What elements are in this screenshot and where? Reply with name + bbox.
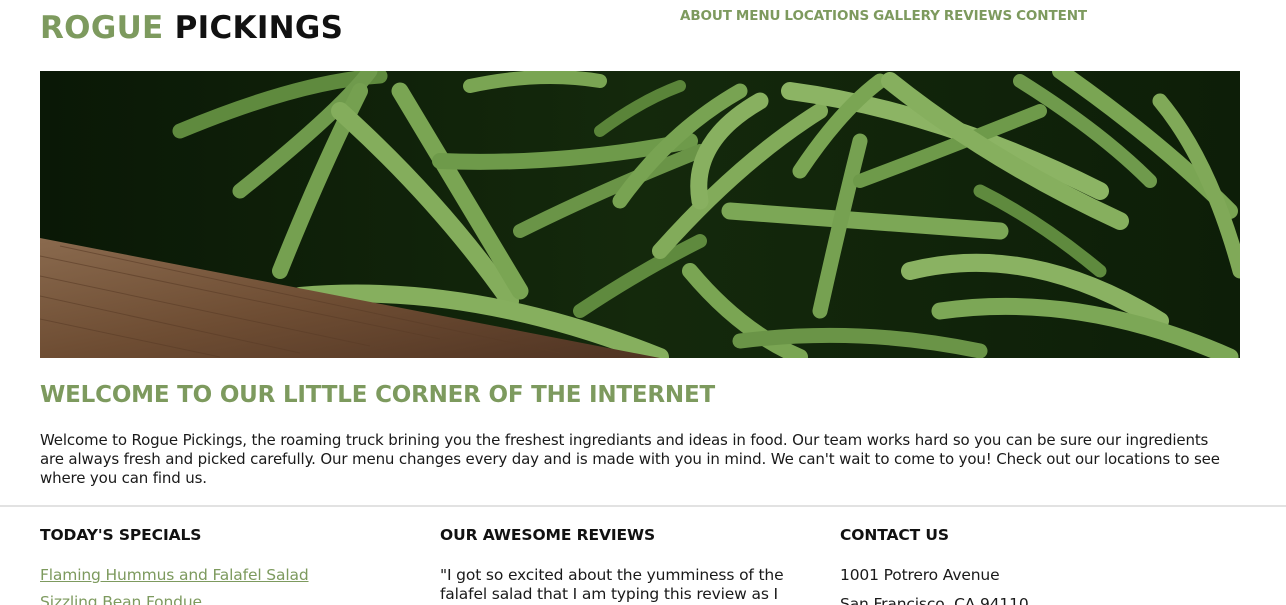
nav-link-menu[interactable]: MENU [736,8,781,24]
specials-section: TODAY'S SPECIALS Flaming Hummus and Fala… [40,526,420,605]
contact-heading: CONTACT US [840,526,949,544]
contact-section: CONTACT US 1001 Potrero Avenue San Franc… [840,526,1220,605]
reviews-section: OUR AWESOME REVIEWS "I got so excited ab… [440,526,820,604]
green-beans-photo-icon [40,71,1240,358]
hero-image [40,71,1240,358]
site-logo[interactable]: ROGUE PICKINGS [40,10,343,46]
specials-heading: TODAY'S SPECIALS [40,526,202,544]
logo-text-pickings: PICKINGS [174,10,344,46]
special-item[interactable]: Sizzling Bean Fondue [40,593,420,605]
review-quote: "I got so excited about the yumminess of… [440,566,784,603]
welcome-paragraph: Welcome to Rogue Pickings, the roaming t… [40,431,1220,487]
nav-link-about[interactable]: ABOUT [680,8,732,24]
reviews-heading: OUR AWESOME REVIEWS [440,526,656,544]
contact-address-line: 1001 Potrero Avenue [840,566,1000,584]
main-nav: ABOUT MENU LOCATIONS GALLERY REVIEWS CON… [680,8,1091,24]
nav-link-gallery[interactable]: GALLERY [873,8,940,24]
contact-city-line: San Francisco, CA 94110 [840,595,1029,605]
section-divider [0,505,1286,507]
nav-link-locations[interactable]: LOCATIONS [784,8,869,24]
nav-link-content[interactable]: CONTENT [1016,8,1087,24]
special-item[interactable]: Flaming Hummus and Falafel Salad [40,566,420,585]
welcome-heading: WELCOME TO OUR LITTLE CORNER OF THE INTE… [40,382,715,408]
logo-text-rogue: ROGUE [40,10,164,46]
nav-link-reviews[interactable]: REVIEWS [944,8,1012,24]
